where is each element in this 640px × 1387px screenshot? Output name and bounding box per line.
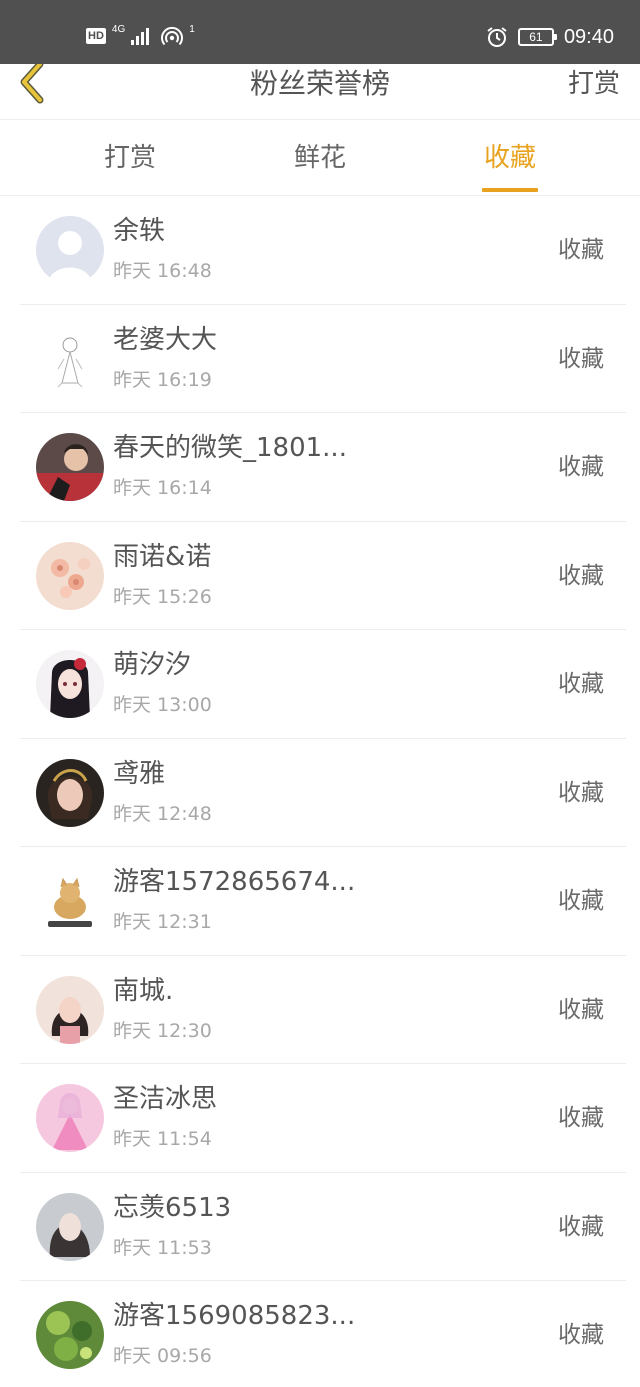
page-title: 粉丝荣誉榜 [249, 67, 390, 100]
status-right: 61 09:40 [486, 26, 614, 48]
timestamp: 昨天 16:19 [113, 368, 212, 391]
action-label: 收藏 [558, 562, 604, 589]
alarm-icon [487, 27, 507, 47]
hd-badge: HD [86, 28, 106, 44]
timestamp: 昨天 11:53 [113, 1236, 212, 1259]
tab-favorites[interactable]: 收藏 [450, 121, 570, 196]
photo-avatar [36, 975, 104, 1044]
user-name: 余轶 [113, 216, 166, 246]
action-label: 收藏 [558, 1322, 604, 1348]
default-avatar-icon [36, 216, 104, 284]
action-label: 收藏 [558, 237, 604, 263]
list-item[interactable]: 萌汐汐 昨天 13:00 收藏 [0, 630, 640, 739]
timestamp: 昨天 16:48 [113, 260, 212, 282]
action-label: 收藏 [558, 454, 604, 480]
list-item[interactable]: 游客1572865674... 昨天 12:31 收藏 [0, 847, 640, 956]
timestamp: 昨天 12:30 [113, 1019, 212, 1042]
timestamp: 昨天 12:48 [113, 802, 212, 825]
action-label: 收藏 [558, 345, 604, 372]
status-left: HD 4G 1 [86, 24, 195, 46]
user-name: 南城. [113, 975, 174, 1006]
action-label: 收藏 [558, 671, 604, 697]
timestamp: 昨天 09:56 [113, 1345, 212, 1367]
timestamp: 昨天 15:26 [113, 585, 212, 608]
timestamp: 昨天 16:14 [113, 477, 212, 499]
anime-avatar [36, 650, 104, 718]
timestamp: 昨天 11:54 [113, 1128, 212, 1150]
signal-icon [131, 27, 150, 45]
clock: 09:40 [563, 26, 614, 48]
user-name: 雨诺&诺 [113, 541, 212, 572]
photo-avatar [36, 1192, 104, 1261]
action-label: 收藏 [558, 996, 604, 1023]
flower-avatar [36, 541, 104, 610]
action-label: 收藏 [558, 888, 604, 914]
timestamp: 昨天 13:00 [113, 694, 212, 716]
green-art-avatar [36, 1301, 104, 1369]
user-name: 游客1572865674... [113, 867, 356, 897]
user-name: 游客1569085823... [113, 1301, 356, 1331]
timestamp: 昨天 12:31 [113, 911, 212, 933]
user-name: 萌汐汐 [113, 650, 192, 680]
reward-button[interactable]: 打赏 [568, 66, 620, 102]
hotspot-count: 1 [189, 24, 195, 35]
action-label: 收藏 [558, 779, 604, 806]
user-name: 鸢雅 [113, 758, 166, 789]
list-item[interactable]: 游客1569085823... 昨天 09:56 收藏 [0, 1281, 640, 1387]
list-item[interactable]: 雨诺&诺 昨天 15:26 收藏 [0, 522, 640, 631]
network-type: 4G [111, 24, 126, 35]
user-name: 忘羡6513 [113, 1192, 232, 1223]
cat-avatar [36, 867, 104, 935]
tab-flowers[interactable]: 鲜花 [260, 121, 380, 196]
action-label: 收藏 [558, 1213, 604, 1240]
list-item[interactable]: 老婆大大 昨天 16:19 收藏 [0, 305, 640, 414]
user-name: 春天的微笑_1801... [113, 433, 347, 463]
nav-bar: 粉丝荣誉榜 打赏 [0, 60, 640, 120]
list-item[interactable]: 圣洁冰思 昨天 11:54 收藏 [0, 1064, 640, 1173]
list-item[interactable]: 余轶 昨天 16:48 收藏 [0, 196, 640, 305]
list-item[interactable]: 春天的微笑_1801... 昨天 16:14 收藏 [0, 413, 640, 522]
list-item[interactable]: 鸢雅 昨天 12:48 收藏 [0, 739, 640, 848]
status-bar: HD 4G 1 61 09:40 [0, 0, 640, 64]
user-name: 老婆大大 [113, 324, 218, 355]
tab-reward[interactable]: 打赏 [70, 121, 190, 196]
battery-icon: 61 [517, 28, 557, 46]
tab-bar: 打赏 鲜花 收藏 [0, 121, 640, 196]
photo-avatar [36, 758, 104, 827]
list-item[interactable]: 忘羡6513 昨天 11:53 收藏 [0, 1173, 640, 1282]
tab-favorites-label: 收藏 [483, 143, 536, 173]
sketch-avatar [36, 324, 104, 393]
action-label: 收藏 [558, 1105, 604, 1131]
fan-list: 余轶 昨天 16:48 收藏 老婆大大 昨天 16:19 收藏 春天的微笑_18… [0, 196, 640, 1387]
hotspot-icon [161, 26, 184, 46]
pink-dress-avatar [36, 1084, 104, 1152]
list-item[interactable]: 南城. 昨天 12:30 收藏 [0, 956, 640, 1065]
active-tab-indicator [482, 188, 538, 192]
photo-avatar [36, 433, 104, 501]
user-name: 圣洁冰思 [113, 1084, 218, 1114]
